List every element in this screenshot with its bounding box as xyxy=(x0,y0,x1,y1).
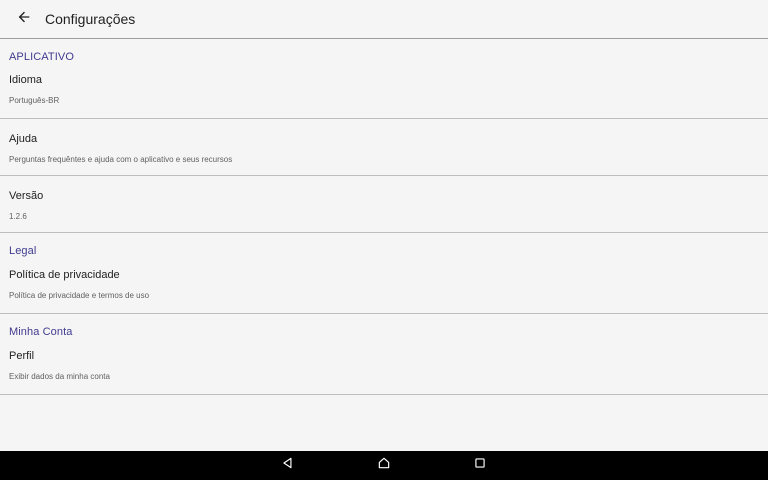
pref-item-politica-privacidade[interactable]: Política de privacidade Política de priv… xyxy=(0,269,768,313)
pref-title: Perfil xyxy=(9,350,35,362)
pref-summary: Português-BR xyxy=(9,96,60,105)
page-title: Configurações xyxy=(45,11,136,27)
section-header-legal: Legal xyxy=(9,245,37,257)
pref-title: Versão xyxy=(9,190,44,202)
pref-item-perfil[interactable]: Perfil Exibir dados da minha conta xyxy=(0,350,768,394)
app-bar: Configurações xyxy=(0,0,768,39)
pref-item-ajuda[interactable]: Ajuda Perguntas frequêntes e ajuda com o… xyxy=(0,119,768,175)
divider xyxy=(0,394,768,395)
pref-title: Política de privacidade xyxy=(9,269,120,281)
pref-item-idioma[interactable]: Idioma Português-BR xyxy=(0,74,768,118)
nav-back-button[interactable] xyxy=(240,451,336,480)
settings-screen: Configurações APLICATIVO Idioma Portuguê… xyxy=(0,0,768,480)
pref-summary: Política de privacidade e termos de uso xyxy=(9,291,150,300)
system-nav-bar xyxy=(0,451,768,480)
pref-title: Idioma xyxy=(9,74,43,86)
section-header-aplicativo: APLICATIVO xyxy=(9,50,74,63)
pref-summary: Perguntas frequêntes e ajuda com o aplic… xyxy=(9,155,233,164)
nav-home-button[interactable] xyxy=(336,451,432,480)
back-button[interactable] xyxy=(0,0,48,39)
settings-list: APLICATIVO Idioma Português-BR Ajuda Per… xyxy=(0,39,768,395)
home-icon xyxy=(377,456,391,475)
nav-recents-button[interactable] xyxy=(432,451,528,480)
pref-title: Ajuda xyxy=(9,133,38,145)
pref-item-versao[interactable]: Versão 1.2.6 xyxy=(0,176,768,232)
back-triangle-icon xyxy=(281,456,295,475)
pref-summary: Exibir dados da minha conta xyxy=(9,372,110,381)
section-header-minha-conta: Minha Conta xyxy=(9,326,73,338)
recents-square-icon xyxy=(473,456,487,475)
pref-summary: 1.2.6 xyxy=(9,212,27,221)
arrow-left-icon xyxy=(16,9,32,30)
